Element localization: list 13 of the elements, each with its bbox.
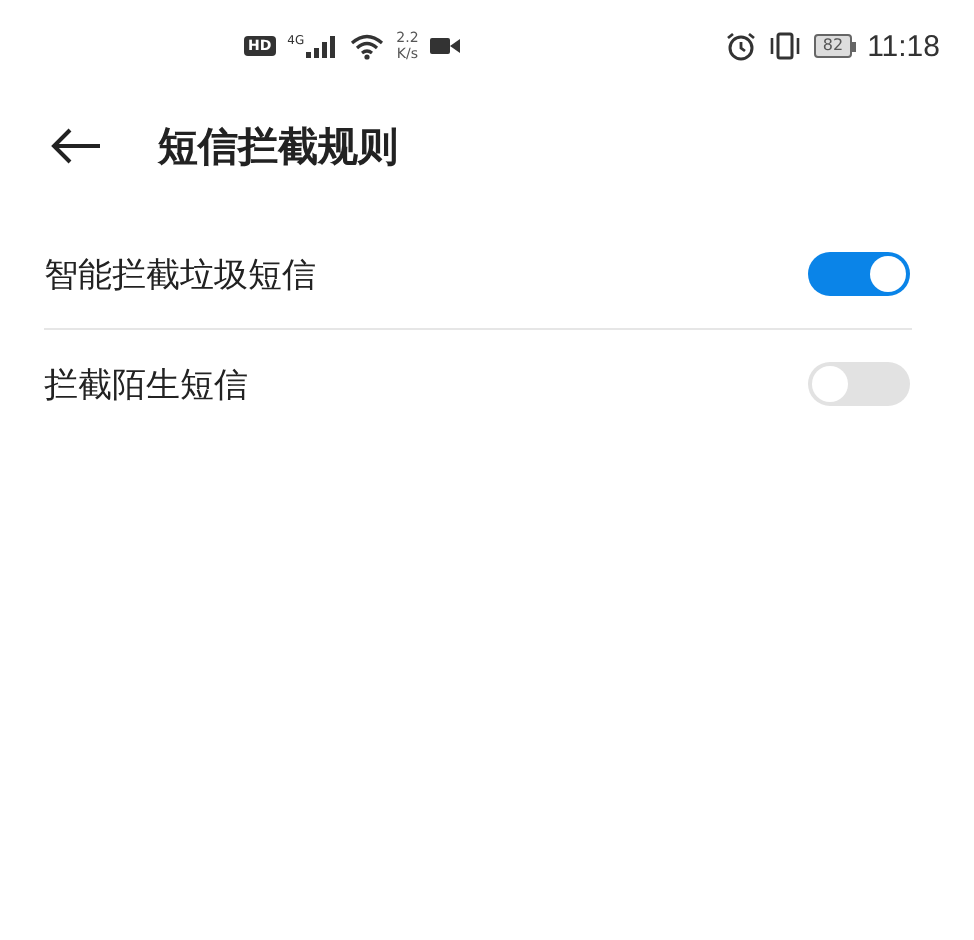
toggle-switch[interactable] [808, 252, 910, 296]
back-icon[interactable] [50, 128, 102, 164]
signal-icon [306, 35, 339, 57]
setting-label: 拦截陌生短信 [44, 363, 248, 407]
page-title: 短信拦截规则 [158, 119, 398, 173]
vibrate-icon [768, 32, 803, 60]
video-camera-icon [430, 36, 461, 56]
alarm-clock-icon [726, 31, 757, 61]
wifi-icon [350, 33, 385, 59]
toggle-switch[interactable] [808, 362, 910, 406]
battery-level: 82 [814, 34, 852, 58]
clock-time: 11:18 [867, 29, 940, 63]
setting-label: 智能拦截垃圾短信 [44, 253, 316, 297]
